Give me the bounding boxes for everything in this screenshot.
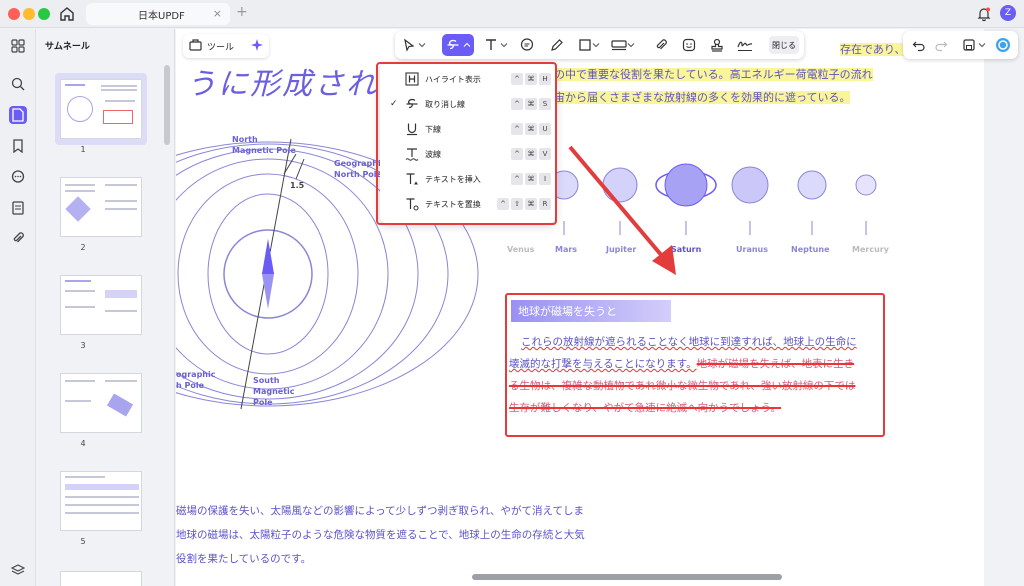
save-icon[interactable] <box>959 35 979 55</box>
bottom-paragraph: 磁場の保護を失い、太陽風などの影響によって少しずつ剥ぎ取られ、やがて消えてしま … <box>176 499 626 571</box>
paragraph-line: 役割を果たしているのです。 <box>176 553 312 565</box>
strikethrough-text[interactable]: る生物は、複雑な動植物であれ微小な微生物であれ、強い放射線の下では <box>509 380 855 392</box>
strikethrough-text[interactable]: 地球が磁場を失えば、地表に生き <box>697 358 855 370</box>
tools-label: ツール <box>207 42 235 53</box>
diagram-label: Magnetic Pole <box>232 146 296 155</box>
home-icon[interactable] <box>58 5 76 23</box>
attachment-icon[interactable] <box>651 35 671 55</box>
menu-annotation-box <box>376 62 557 225</box>
bookmark-icon[interactable] <box>9 137 27 155</box>
ai-assistant-icon[interactable] <box>993 35 1013 55</box>
diagram-label: ographic <box>176 370 216 379</box>
text-tool-icon[interactable] <box>481 35 501 55</box>
wavy-underlined-text[interactable]: 壊滅的な打撃を与えることになります。 <box>509 358 697 370</box>
red-arrow-annotation <box>568 145 676 275</box>
chevron-down-icon[interactable] <box>626 35 636 55</box>
tab-title: 日本UPDF <box>138 10 185 22</box>
paragraph-line: 磁場の保護を失い、太陽風などの影響によって少しずつ剥ぎ取られ、やがて消えてしま <box>176 505 585 517</box>
thumbnail-page-5[interactable] <box>55 465 147 537</box>
diagram-label: South <box>253 376 280 385</box>
chevron-down-icon[interactable] <box>417 35 427 55</box>
thumbnail-number: 4 <box>80 439 86 448</box>
thumbnail-page-2[interactable] <box>55 171 147 243</box>
pencil-icon[interactable] <box>547 35 567 55</box>
comment-icon[interactable] <box>517 35 537 55</box>
planet-label: Mercury <box>852 245 889 254</box>
thumbnail-number: 1 <box>80 145 86 154</box>
toolbox-icon <box>189 38 202 54</box>
search-icon[interactable] <box>9 75 27 93</box>
wavy-underlined-text[interactable]: これらの放射線が遮られることなく地球に到達すれば、地球上の生命に <box>521 336 857 348</box>
strikethrough-icon[interactable] <box>443 35 463 55</box>
diagram-label: Pole <box>253 398 273 407</box>
document-tab[interactable]: 日本UPDF × <box>86 3 230 25</box>
chevron-down-icon[interactable] <box>591 35 601 55</box>
avatar[interactable]: Z <box>1000 5 1016 21</box>
page-heading: うに形成され <box>186 67 378 102</box>
paragraph-line: 存在であり、 <box>840 43 906 56</box>
horizontal-scrollbar[interactable] <box>472 574 782 580</box>
thumbnail-page-4[interactable] <box>55 367 147 439</box>
diagram-angle-label: 1.5 <box>290 181 305 190</box>
tab-close-button[interactable]: × <box>213 7 222 20</box>
thumbnail-page-3[interactable] <box>55 269 147 341</box>
section-heading: 地球が磁場を失うと <box>511 300 671 322</box>
thumbnail-panel: サムネール 1 2 3 4 5 <box>37 29 175 586</box>
new-tab-button[interactable]: + <box>236 4 248 20</box>
thumbnail-scrollbar[interactable] <box>164 65 170 145</box>
paragraph-line: 宙から届くさまざまな放射線の多くを効果的に遮っている。 <box>554 91 851 104</box>
thumbnail-number: 2 <box>80 243 86 252</box>
diagram-label: Magnetic <box>253 387 295 396</box>
planet-label: Neptune <box>791 245 830 254</box>
thumbnail-page-6[interactable] <box>55 565 147 586</box>
redo-icon[interactable] <box>931 35 951 55</box>
annotation-toolbar: 閉じる <box>395 31 804 59</box>
paragraph-line: 地球の磁場は、太陽粒子のような危険な物質を遮ることで、地球上の生命の存続と大気 <box>176 529 585 541</box>
right-gutter <box>984 29 1024 586</box>
diagram-label: North <box>232 135 258 144</box>
planet-label: Venus <box>507 245 535 254</box>
grid-icon[interactable] <box>9 37 27 55</box>
title-bar: 日本UPDF × + Z <box>0 0 1024 28</box>
document-canvas: うに形成され 存在であり、 の中で重要な役割を果たしている。高エネルギー荷電粒子… <box>176 29 984 586</box>
thumbnail-panel-title: サムネール <box>45 42 90 52</box>
undo-icon[interactable] <box>909 35 929 55</box>
attachment-icon[interactable] <box>9 229 27 247</box>
thumbnail-number: 3 <box>80 341 86 350</box>
layers-icon[interactable] <box>9 559 27 577</box>
thumbnail-page-1[interactable] <box>55 73 147 145</box>
chevron-down-icon[interactable] <box>977 35 987 55</box>
thumbnail-number: 5 <box>80 537 86 546</box>
minimize-window-button[interactable] <box>23 8 35 20</box>
signature-icon[interactable] <box>735 35 755 55</box>
maximize-window-button[interactable] <box>38 8 50 20</box>
paragraph-line: の中で重要な役割を果たしている。高エネルギー荷電粒子の流れ <box>554 68 873 81</box>
tools-button[interactable]: ツール <box>183 34 269 58</box>
comment-icon[interactable] <box>9 168 27 186</box>
annotated-paragraph: これらの放射線が遮られることなく地球に到達すれば、地球上の生命に 壊滅的な打撃を… <box>509 331 881 419</box>
form-icon[interactable] <box>9 199 27 217</box>
sticker-icon[interactable] <box>679 35 699 55</box>
close-window-button[interactable] <box>8 8 20 20</box>
planet-label: Uranus <box>736 245 768 254</box>
close-toolbar-button[interactable]: 閉じる <box>769 36 799 54</box>
ai-sparkle-icon[interactable] <box>250 38 264 55</box>
chevron-up-icon[interactable] <box>461 35 473 55</box>
right-toolbar <box>903 31 1018 59</box>
stamp-icon[interactable] <box>707 35 727 55</box>
diagram-label: North Pole <box>334 170 382 179</box>
bell-icon[interactable] <box>976 6 992 22</box>
select-tool-icon[interactable] <box>399 35 419 55</box>
diagram-label: h Pole <box>176 381 205 390</box>
strikethrough-text[interactable]: 生存が難しくなり、やがて急速に絶滅へ向かうでしょう。 <box>509 402 781 414</box>
chevron-down-icon[interactable] <box>499 35 509 55</box>
thumbnail-page-icon[interactable] <box>9 106 27 124</box>
left-rail <box>0 29 36 586</box>
